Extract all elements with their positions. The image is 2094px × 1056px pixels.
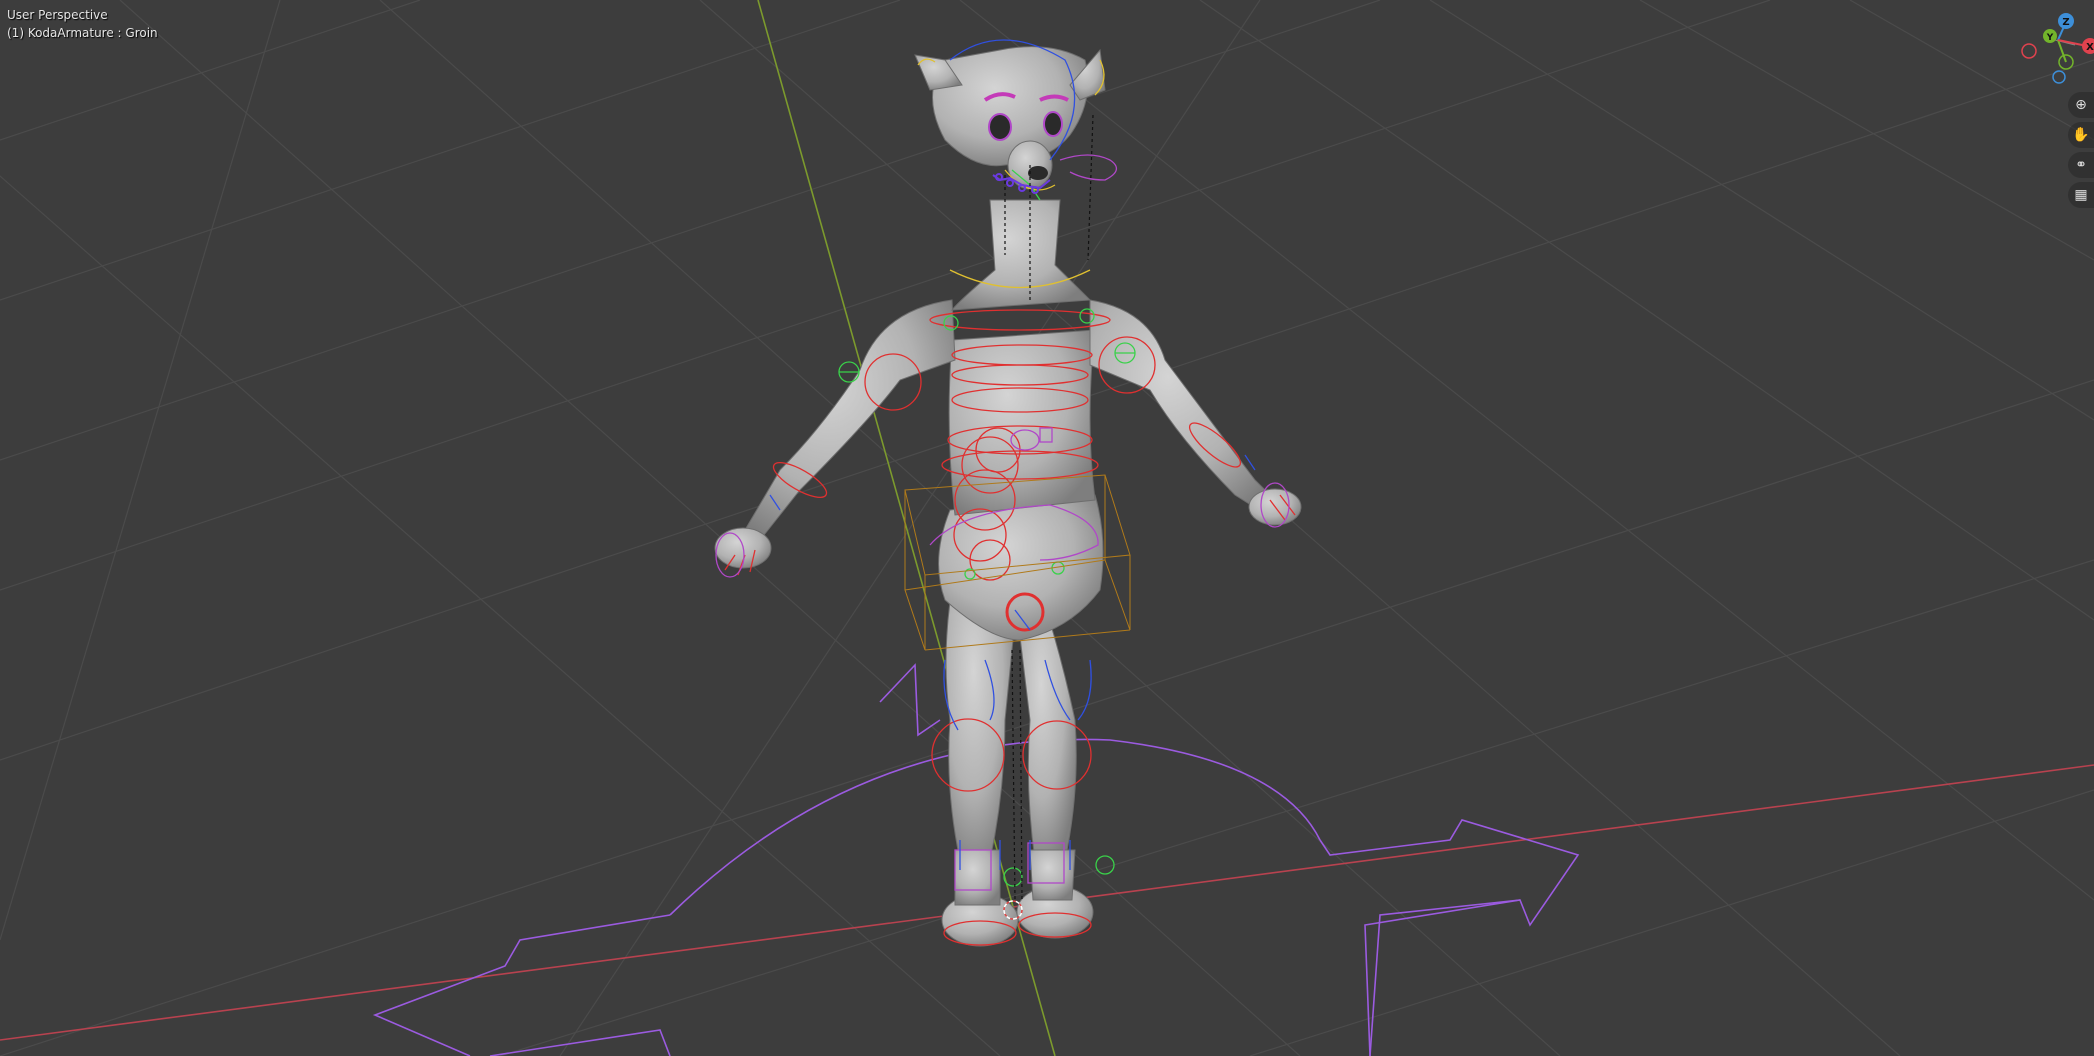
- zoom-icon[interactable]: ⊕: [2068, 92, 2094, 118]
- gizmo-y-label: Y: [2046, 33, 2054, 43]
- gizmo-neg-z-axis[interactable]: [2052, 70, 2066, 84]
- gizmo-neg-x-axis[interactable]: [2021, 43, 2037, 59]
- active-object-label: (1) KodaArmature : Groin: [7, 26, 158, 40]
- 3d-viewport[interactable]: Z Y X: [0, 0, 2094, 1056]
- gizmo-x-label: X: [2086, 42, 2094, 53]
- gizmo-z-label: Z: [2062, 17, 2069, 28]
- grid-perspective-icon[interactable]: ▦: [2068, 182, 2094, 208]
- hand-pan-icon[interactable]: ✋: [2068, 122, 2094, 148]
- camera-icon[interactable]: ⚭: [2068, 152, 2094, 178]
- view-name-label: User Perspective: [7, 8, 108, 22]
